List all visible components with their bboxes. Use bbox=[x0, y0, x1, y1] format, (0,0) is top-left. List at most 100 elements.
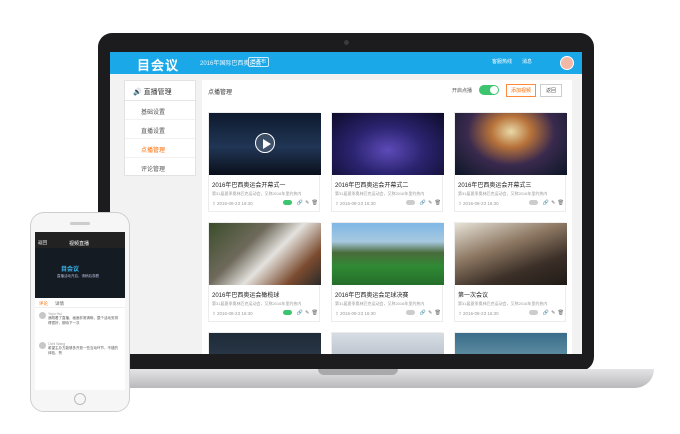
status-badge: 已发布 bbox=[248, 57, 270, 67]
card-description: 第31届夏季奥林匹克运动会，又称2016年里约热内 bbox=[335, 191, 425, 196]
sidebar-item-vod-management[interactable]: 点播管理 bbox=[125, 139, 195, 158]
sidebar-item-comment-management[interactable]: 评论管理 bbox=[125, 158, 195, 177]
delete-icon[interactable]: 🗑 bbox=[435, 200, 441, 206]
upload-icon: ⇧ bbox=[212, 311, 216, 316]
card-date: 2016-08-23 16:30 bbox=[217, 201, 253, 206]
phone-back-button[interactable]: 返回 bbox=[38, 240, 47, 246]
video-card[interactable]: 2016年巴西奥运会足球决赛 第31届夏季奥林匹克运动会，又称2016年里约热内… bbox=[331, 222, 444, 322]
publish-toggle[interactable] bbox=[283, 200, 293, 206]
video-card[interactable] bbox=[208, 332, 321, 354]
messages-link[interactable]: 消息 bbox=[522, 58, 532, 65]
link-icon[interactable]: 🔗 bbox=[420, 200, 426, 206]
delete-icon[interactable]: 🗑 bbox=[312, 200, 318, 206]
publish-toggle[interactable] bbox=[283, 310, 293, 316]
video-card[interactable]: 2016年巴西奥运会开幕式一 第31届夏季奥林匹克运动会，又称2016年里约热内… bbox=[208, 112, 321, 212]
card-title: 2016年巴西奥运会开幕式一 bbox=[212, 183, 286, 189]
app-logo[interactable]: 目会议 bbox=[137, 55, 179, 74]
edit-icon[interactable]: ✎ bbox=[428, 200, 432, 206]
avatar bbox=[39, 342, 46, 349]
delete-icon[interactable]: 🗑 bbox=[435, 310, 441, 316]
link-icon[interactable]: 🔗 bbox=[297, 310, 303, 316]
card-description: 第31届夏季奥林匹克运动会，又称2016年里约热内 bbox=[335, 301, 425, 306]
phone-home-button[interactable] bbox=[74, 393, 86, 405]
add-video-button[interactable]: 添加视频 bbox=[506, 84, 537, 97]
card-title: 2016年巴西奥运会开幕式二 bbox=[335, 183, 409, 189]
upload-icon: ⇧ bbox=[335, 311, 339, 316]
publish-toggle[interactable] bbox=[529, 200, 539, 206]
video-thumbnail[interactable] bbox=[332, 113, 444, 175]
vod-toggle[interactable] bbox=[479, 85, 499, 95]
chat-item: Yoyo Hui 我刚看了直播，画面非常清晰，整个活动安排得很好，期待下一次 bbox=[39, 312, 121, 326]
edit-icon[interactable]: ✎ bbox=[305, 200, 309, 206]
speaker-icon: 🔊 bbox=[133, 89, 142, 96]
link-icon[interactable]: 🔗 bbox=[543, 310, 549, 316]
edit-icon[interactable]: ✎ bbox=[551, 200, 555, 206]
main-panel: 点播管理 开启点播 添加视频 返回 2016年巴西奥运会开幕式一 第31届夏季奥… bbox=[202, 80, 572, 354]
vod-toggle-label: 开启点播 bbox=[452, 88, 473, 94]
app-header: 目会议 2016年国际巴西奥运会 已发布 客服热线 消息 bbox=[110, 52, 582, 74]
play-icon[interactable] bbox=[255, 133, 275, 153]
link-icon[interactable]: 🔗 bbox=[297, 200, 303, 206]
phone-speaker bbox=[70, 222, 90, 225]
edit-icon[interactable]: ✎ bbox=[428, 310, 432, 316]
chat-item: Ochi Wang 希望主办方能够多开放一些互动环节，不错的体验，赞 bbox=[39, 342, 121, 356]
upload-icon: ⇧ bbox=[458, 311, 462, 316]
sidebar-item-live-settings[interactable]: 直播设置 bbox=[125, 120, 195, 139]
video-card[interactable]: 2016年巴西奥运会开幕式二 第31届夏季奥林匹克运动会，又称2016年里约热内… bbox=[331, 112, 444, 212]
tab-details[interactable]: 详情 bbox=[55, 301, 64, 307]
video-thumbnail[interactable] bbox=[332, 223, 444, 285]
card-title: 第一次会议 bbox=[458, 293, 489, 299]
delete-icon[interactable]: 🗑 bbox=[558, 200, 564, 206]
publish-toggle[interactable] bbox=[406, 200, 416, 206]
tab-comments[interactable]: 评论 bbox=[39, 301, 48, 307]
phone-video-logo: 目会议 bbox=[61, 267, 80, 273]
phone-video-text: 直播活动开启，请稍后观看 bbox=[57, 274, 99, 278]
video-thumbnail[interactable] bbox=[455, 113, 567, 175]
delete-icon[interactable]: 🗑 bbox=[558, 310, 564, 316]
publish-toggle[interactable] bbox=[406, 310, 416, 316]
card-title: 2016年巴西奥运会橄榄球 bbox=[212, 293, 280, 299]
phone-title: 视频直播 bbox=[69, 241, 90, 247]
card-description: 第31届夏季奥林匹克运动会，又称2016年里约热内 bbox=[212, 301, 302, 306]
publish-toggle[interactable] bbox=[529, 310, 539, 316]
hotline-link[interactable]: 客服热线 bbox=[492, 58, 512, 65]
video-card[interactable] bbox=[331, 332, 444, 354]
edit-icon[interactable]: ✎ bbox=[551, 310, 555, 316]
link-icon[interactable]: 🔗 bbox=[543, 200, 549, 206]
card-date: 2016-08-23 16:30 bbox=[217, 311, 253, 316]
video-thumbnail[interactable] bbox=[332, 333, 444, 354]
card-date: 2016-08-23 16:30 bbox=[463, 311, 499, 316]
card-title: 2016年巴西奥运会足球决赛 bbox=[335, 293, 409, 299]
sidebar-item-basic-settings[interactable]: 基础设置 bbox=[125, 101, 195, 120]
video-thumbnail[interactable] bbox=[209, 333, 321, 354]
laptop-notch bbox=[318, 369, 398, 375]
card-date: 2016-08-23 16:30 bbox=[340, 201, 376, 206]
sidebar: 🔊 直播管理 基础设置 直播设置 点播管理 评论管理 bbox=[124, 80, 196, 177]
edit-icon[interactable]: ✎ bbox=[305, 310, 309, 316]
video-thumbnail[interactable] bbox=[455, 223, 567, 285]
video-thumbnail[interactable] bbox=[209, 113, 321, 175]
video-thumbnail[interactable] bbox=[209, 223, 321, 285]
video-card[interactable]: 2016年巴西奥运会橄榄球 第31届夏季奥林匹克运动会，又称2016年里约热内 … bbox=[208, 222, 321, 322]
back-button[interactable]: 返回 bbox=[540, 84, 563, 97]
phone-video-player[interactable]: 目会议 直播活动开启，请稍后观看 bbox=[35, 248, 125, 298]
sidebar-title: 🔊 直播管理 bbox=[125, 81, 195, 101]
page-title: 点播管理 bbox=[208, 90, 233, 96]
camera-icon bbox=[344, 40, 349, 45]
card-description: 第31届夏季奥林匹克运动会，又称2016年里约热内 bbox=[212, 191, 302, 196]
video-thumbnail[interactable] bbox=[455, 333, 567, 354]
video-card[interactable] bbox=[454, 332, 567, 354]
laptop-screen: 目会议 2016年国际巴西奥运会 已发布 客服热线 消息 🔊 直播管理 基础设置… bbox=[110, 52, 582, 354]
upload-icon: ⇧ bbox=[458, 201, 462, 206]
delete-icon[interactable]: 🗑 bbox=[312, 310, 318, 316]
video-card[interactable]: 第一次会议 第31届夏季奥林匹克运动会，又称2016年里约热内 ⇧ 2016-0… bbox=[454, 222, 567, 322]
link-icon[interactable]: 🔗 bbox=[420, 310, 426, 316]
avatar[interactable] bbox=[560, 56, 574, 70]
card-description: 第31届夏季奥林匹克运动会，又称2016年里约热内 bbox=[458, 191, 548, 196]
avatar bbox=[39, 312, 46, 319]
upload-icon: ⇧ bbox=[212, 201, 216, 206]
card-title: 2016年巴西奥运会开幕式三 bbox=[458, 183, 532, 189]
video-card[interactable]: 2016年巴西奥运会开幕式三 第31届夏季奥林匹克运动会，又称2016年里约热内… bbox=[454, 112, 567, 212]
phone-tabs: 评论 详情 bbox=[35, 298, 125, 308]
phone-nav-bar: 返回 视频直播 bbox=[35, 238, 125, 248]
